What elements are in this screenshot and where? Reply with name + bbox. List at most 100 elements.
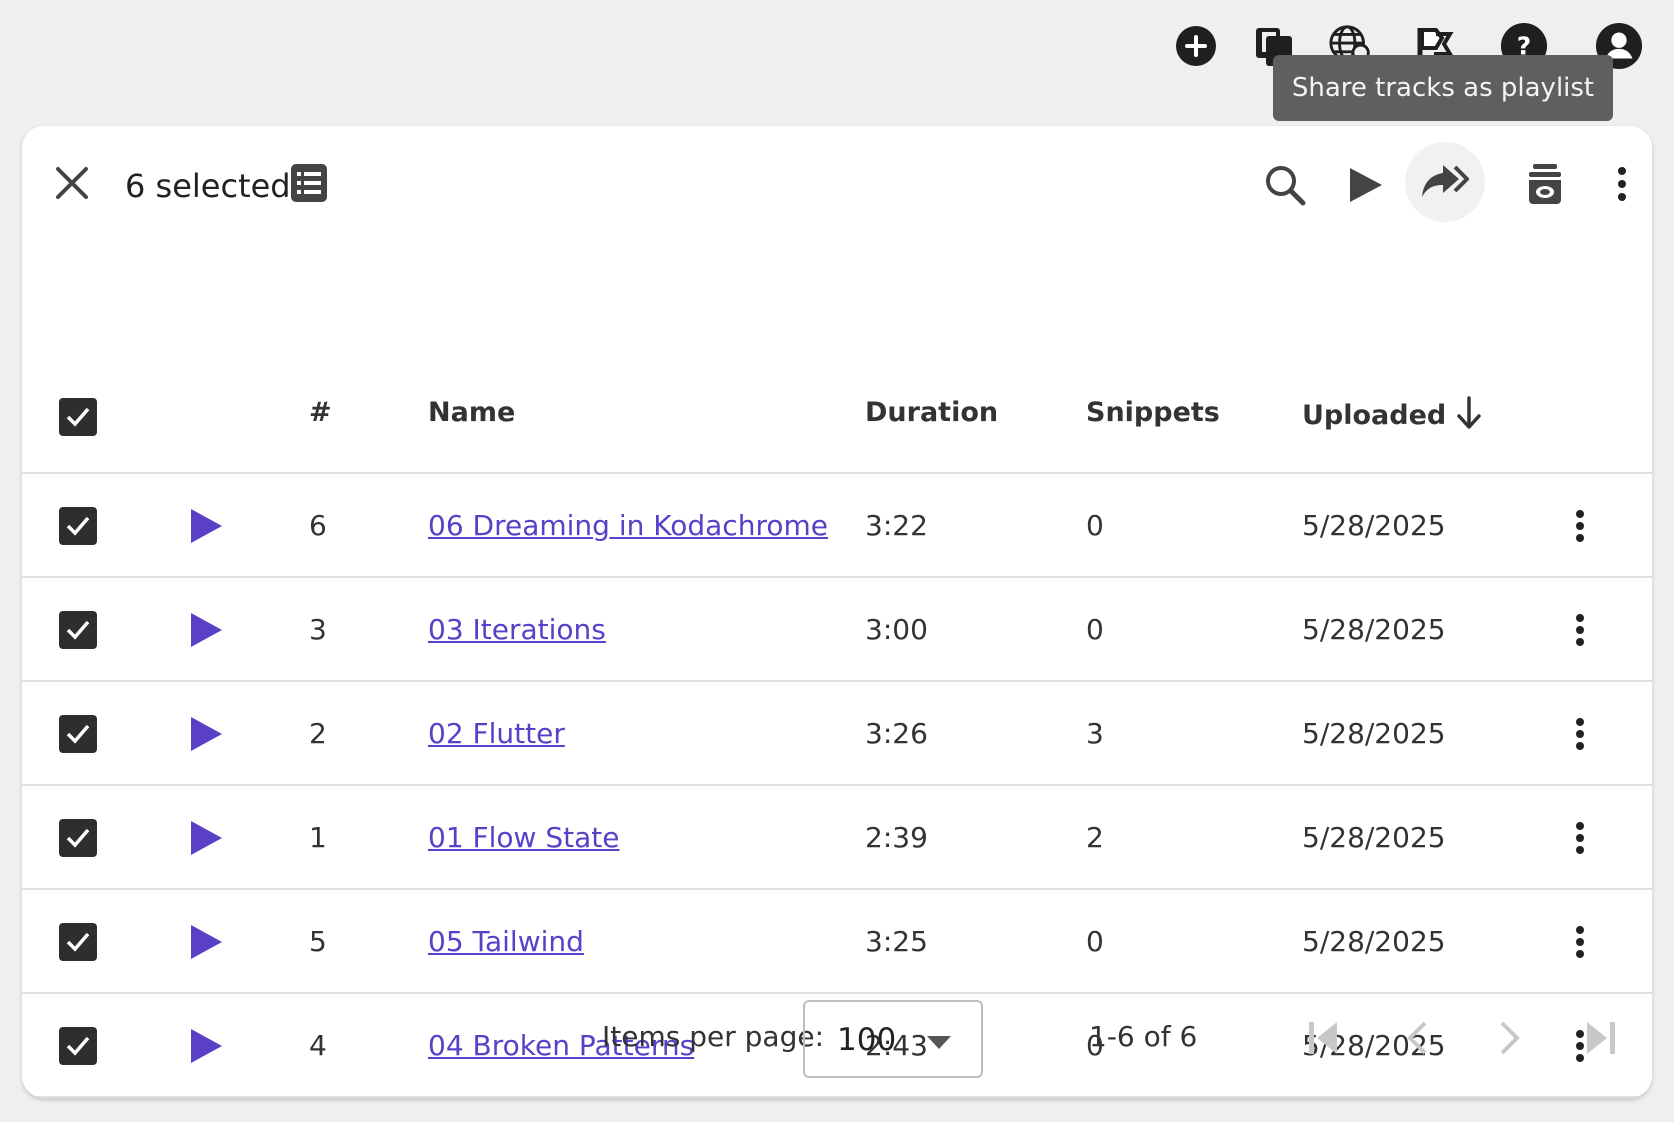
items-per-page-label: Items per page: <box>602 1020 825 1053</box>
play-track-button[interactable] <box>184 608 228 652</box>
row-more-options-button[interactable] <box>1558 496 1602 556</box>
row-checkbox[interactable] <box>59 611 97 649</box>
track-number: 2 <box>309 717 327 750</box>
row-checkbox[interactable] <box>59 819 97 857</box>
track-uploaded: 5/28/2025 <box>1302 717 1446 750</box>
more-options-button[interactable] <box>1600 156 1644 212</box>
table-row[interactable]: 1 01 Flow State 2:39 2 5/28/2025 <box>22 786 1652 890</box>
more-vert-icon <box>1576 510 1584 542</box>
track-duration: 3:26 <box>865 717 928 750</box>
select-all-checkbox[interactable] <box>59 398 97 436</box>
row-checkbox[interactable] <box>59 715 97 753</box>
track-snippets: 0 <box>1086 509 1104 542</box>
track-snippets: 3 <box>1086 717 1104 750</box>
track-duration: 2:39 <box>865 821 928 854</box>
table-row[interactable]: 6 06 Dreaming in Kodachrome 3:22 0 5/28/2025 <box>22 474 1652 578</box>
track-uploaded: 5/28/2025 <box>1302 613 1446 646</box>
add-circle-icon[interactable] <box>1172 22 1220 70</box>
check-icon <box>66 407 90 427</box>
paginator: Items per page: 100 1-6 of 6 <box>22 976 1652 1098</box>
track-name-link[interactable]: 06 Dreaming in Kodachrome <box>428 509 828 543</box>
share-playlist-icon <box>1422 165 1469 197</box>
track-snippets: 0 <box>1086 925 1104 958</box>
track-snippets: 0 <box>1086 613 1104 646</box>
track-name-link[interactable]: 03 Iterations <box>428 613 606 647</box>
jar-icon <box>1529 164 1561 204</box>
play-track-button[interactable] <box>184 816 228 860</box>
more-vert-icon <box>1576 614 1584 646</box>
play-icon <box>1350 168 1382 202</box>
track-number: 5 <box>309 925 327 958</box>
row-more-options-button[interactable] <box>1558 912 1602 972</box>
close-icon <box>56 167 88 199</box>
table-row[interactable]: 2 02 Flutter 3:26 3 5/28/2025 <box>22 682 1652 786</box>
check-icon <box>66 620 90 640</box>
track-name-link[interactable]: 05 Tailwind <box>428 925 584 959</box>
more-vert-icon <box>1576 718 1584 750</box>
check-icon <box>66 724 90 744</box>
play-icon <box>191 509 222 543</box>
previous-page-button[interactable] <box>1395 1010 1439 1066</box>
jar-button[interactable] <box>1518 156 1572 212</box>
selected-count: 6 selected <box>125 167 291 205</box>
items-per-page-select[interactable]: 100 <box>803 1000 983 1078</box>
search-icon <box>1266 166 1306 206</box>
table-row[interactable]: 3 03 Iterations 3:00 0 5/28/2025 <box>22 578 1652 682</box>
track-uploaded: 5/28/2025 <box>1302 925 1446 958</box>
last-page-button[interactable] <box>1578 1010 1622 1066</box>
track-number: 6 <box>309 509 327 542</box>
page-range: 1-6 of 6 <box>1089 1020 1198 1053</box>
sort-arrow-down-icon <box>1456 396 1481 429</box>
more-vert-icon <box>1618 167 1626 201</box>
track-snippets: 2 <box>1086 821 1104 854</box>
track-duration: 3:22 <box>865 509 928 542</box>
last-page-icon <box>1587 1022 1615 1054</box>
play-track-button[interactable] <box>184 920 228 964</box>
play-icon <box>191 925 222 959</box>
selection-toolbar: 6 selected <box>22 126 1652 242</box>
list-view-button[interactable] <box>284 158 334 208</box>
track-name-link[interactable]: 02 Flutter <box>428 717 565 751</box>
track-uploaded: 5/28/2025 <box>1302 821 1446 854</box>
more-vert-icon <box>1576 822 1584 854</box>
check-icon <box>66 828 90 848</box>
next-page-button[interactable] <box>1488 1010 1532 1066</box>
play-icon <box>191 613 222 647</box>
play-track-button[interactable] <box>184 504 228 548</box>
tracks-card: 6 selected # Name Duration Snippets Uplo… <box>22 126 1652 1098</box>
more-vert-icon <box>1576 926 1584 958</box>
close-selection-button[interactable] <box>47 158 97 208</box>
track-uploaded: 5/28/2025 <box>1302 509 1446 542</box>
play-track-button[interactable] <box>184 712 228 756</box>
share-playlist-button[interactable] <box>1405 142 1485 222</box>
items-per-page-value: 100 <box>837 1022 897 1058</box>
table-header: # Name Duration Snippets Uploaded <box>22 348 1652 474</box>
row-more-options-button[interactable] <box>1558 808 1602 868</box>
track-number: 1 <box>309 821 327 854</box>
track-number: 3 <box>309 613 327 646</box>
dropdown-arrow-icon <box>927 1036 951 1049</box>
row-more-options-button[interactable] <box>1558 600 1602 660</box>
play-selected-button[interactable] <box>1338 158 1392 212</box>
track-duration: 3:00 <box>865 613 928 646</box>
play-icon <box>191 821 222 855</box>
row-checkbox[interactable] <box>59 923 97 961</box>
track-duration: 3:25 <box>865 925 928 958</box>
list-icon <box>291 164 327 202</box>
header-snippets[interactable]: Snippets <box>1086 396 1220 430</box>
chevron-left-icon <box>1407 1021 1427 1055</box>
first-page-button[interactable] <box>1302 1010 1346 1066</box>
row-checkbox[interactable] <box>59 507 97 545</box>
row-more-options-button[interactable] <box>1558 704 1602 764</box>
header-number[interactable]: # <box>309 396 332 430</box>
header-uploaded[interactable]: Uploaded <box>1302 396 1482 433</box>
header-duration[interactable]: Duration <box>865 396 998 430</box>
search-button[interactable] <box>1258 158 1312 212</box>
tooltip: Share tracks as playlist <box>1273 55 1613 121</box>
chevron-right-icon <box>1500 1021 1520 1055</box>
play-icon <box>191 717 222 751</box>
first-page-icon <box>1309 1022 1337 1054</box>
track-name-link[interactable]: 01 Flow State <box>428 821 619 855</box>
check-icon <box>66 516 90 536</box>
header-name[interactable]: Name <box>428 396 515 430</box>
